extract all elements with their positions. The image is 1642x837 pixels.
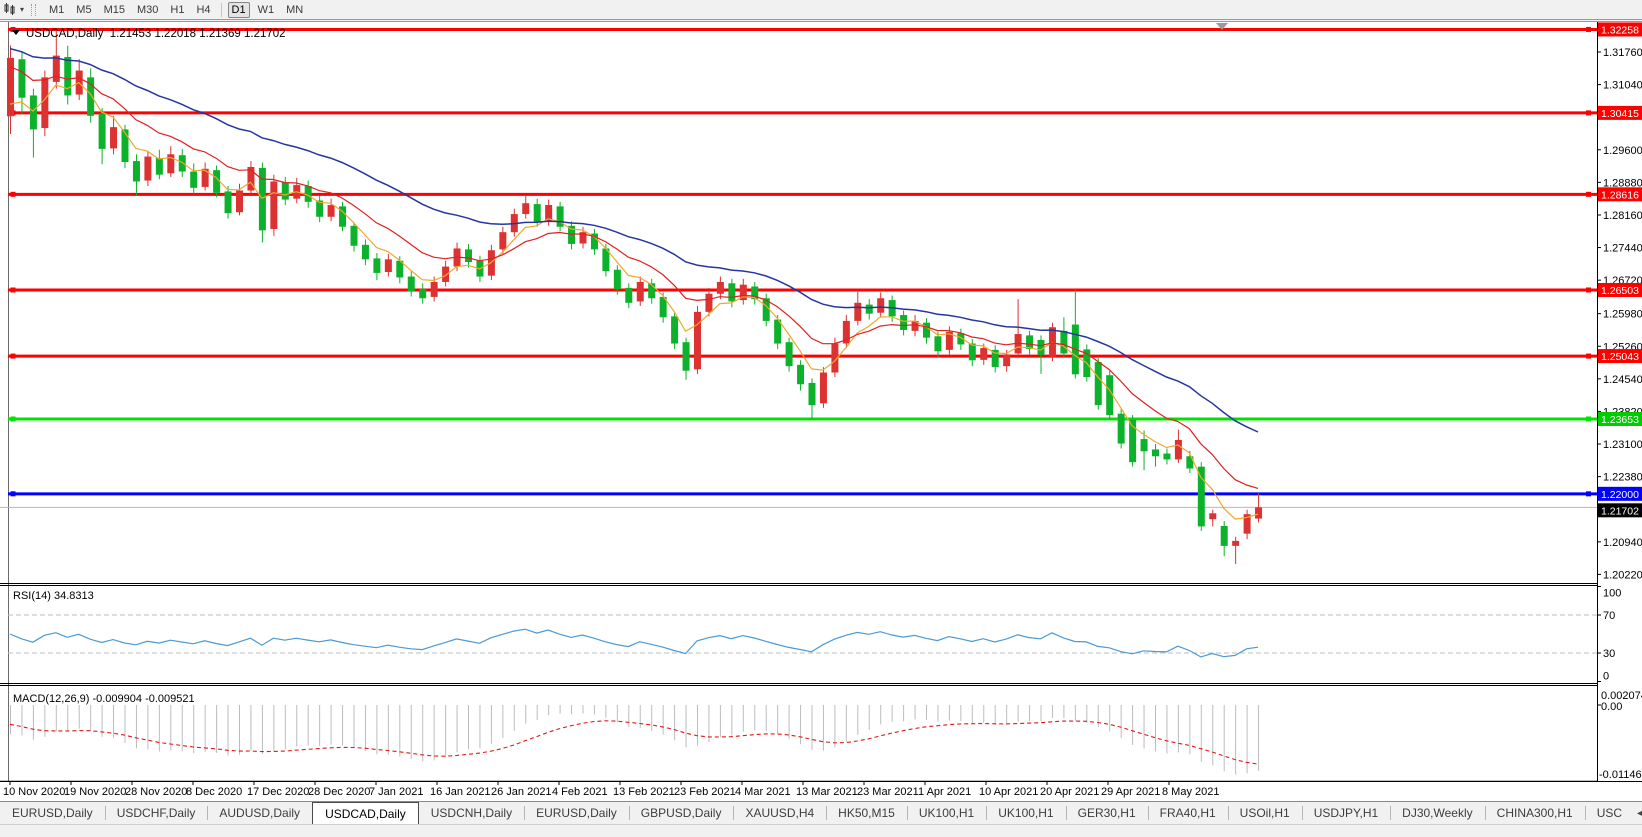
toolbar-separator: [220, 2, 222, 17]
status-bar: [0, 824, 1642, 837]
tab-ger30-h1[interactable]: GER30,H1: [1065, 802, 1148, 824]
svg-text:1.30415: 1.30415: [1601, 108, 1639, 120]
tab-scroll-left-icon[interactable]: ◂: [1634, 808, 1642, 819]
svg-text:29 Apr 2021: 29 Apr 2021: [1101, 786, 1160, 798]
svg-text:28 Dec 2020: 28 Dec 2020: [308, 786, 370, 798]
tab-hk50-m15[interactable]: HK50,M15: [826, 802, 907, 824]
svg-text:1.29600: 1.29600: [1603, 145, 1642, 157]
svg-text:1.24540: 1.24540: [1603, 374, 1642, 386]
tab-uk100-h1[interactable]: UK100,H1: [986, 802, 1065, 824]
tab-usdcnh-daily[interactable]: USDCNH,Daily: [419, 802, 524, 824]
svg-text:10 Nov 2020: 10 Nov 2020: [3, 786, 65, 798]
svg-text:1.31040: 1.31040: [1603, 80, 1642, 92]
tab-usdjpy-h1[interactable]: USDJPY,H1: [1301, 802, 1390, 824]
symbol-tab-bar: EURUSD,Daily USDCHF,Daily AUDUSD,Daily USDC…: [0, 801, 1642, 824]
svg-text:8 Dec 2020: 8 Dec 2020: [186, 786, 242, 798]
chart-canvas[interactable]: 1.317601.310401.296001.288801.281601.274…: [0, 21, 1642, 801]
svg-text:1.23100: 1.23100: [1603, 439, 1642, 451]
svg-text:1.31760: 1.31760: [1603, 47, 1642, 59]
svg-text:17 Dec 2020: 17 Dec 2020: [247, 786, 309, 798]
timeframe-button-h1[interactable]: H1: [166, 2, 188, 18]
svg-text:4 Mar 2021: 4 Mar 2021: [735, 786, 791, 798]
tab-usoil-h1[interactable]: USOil,H1: [1227, 802, 1302, 824]
svg-text:19 Nov 2020: 19 Nov 2020: [64, 786, 126, 798]
svg-text:-0.011462: -0.011462: [1599, 769, 1642, 781]
tab-uk100-h1[interactable]: UK100,H1: [906, 802, 986, 824]
svg-text:13 Feb 2021: 13 Feb 2021: [613, 786, 675, 798]
timeframe-button-d1[interactable]: D1: [227, 1, 250, 18]
svg-text:1.21702: 1.21702: [1601, 505, 1639, 517]
timeframe-button-h4[interactable]: H4: [192, 2, 214, 18]
tab-usdchf-daily[interactable]: USDCHF,Daily: [104, 802, 208, 824]
svg-text:USDCAD,Daily 1.21453 1.22018: USDCAD,Daily 1.21453 1.22018 1.21369 1.2…: [26, 28, 286, 40]
svg-text:1.22380: 1.22380: [1603, 472, 1642, 484]
svg-text:1 Apr 2021: 1 Apr 2021: [918, 786, 971, 798]
svg-text:1.22000: 1.22000: [1601, 489, 1639, 501]
tab-audusd-daily[interactable]: AUDUSD,Daily: [207, 802, 312, 824]
timeframe-button-m30[interactable]: M30: [133, 2, 162, 18]
svg-text:10 Apr 2021: 10 Apr 2021: [979, 786, 1038, 798]
svg-text:100: 100: [1603, 588, 1621, 600]
svg-text:23 Mar 2021: 23 Mar 2021: [857, 786, 919, 798]
timeframe-button-m1[interactable]: M1: [45, 2, 68, 18]
tab-usc[interactable]: USC: [1584, 802, 1634, 824]
svg-text:0: 0: [1603, 671, 1609, 683]
tab-gbpusd-daily[interactable]: GBPUSD,Daily: [628, 802, 734, 824]
timeframe-toolbar: ▾ M1 M5 M15 M30 H1 H4 D1 W1 MN: [0, 0, 1642, 20]
tab-china300-h1[interactable]: CHINA300,H1: [1484, 802, 1585, 824]
svg-text:1.28616: 1.28616: [1601, 189, 1639, 201]
svg-text:1.25980: 1.25980: [1603, 309, 1642, 321]
svg-text:RSI(14) 34.8313: RSI(14) 34.8313: [13, 590, 94, 602]
svg-text:1.20940: 1.20940: [1603, 537, 1642, 549]
tab-usdcad-daily[interactable]: USDCAD,Daily: [312, 802, 419, 824]
timeframe-button-mn[interactable]: MN: [282, 2, 307, 18]
svg-text:26 Jan 2021: 26 Jan 2021: [491, 786, 552, 798]
svg-text:7 Jan 2021: 7 Jan 2021: [369, 786, 423, 798]
svg-text:1.26503: 1.26503: [1601, 285, 1639, 297]
svg-text:23 Feb 2021: 23 Feb 2021: [674, 786, 736, 798]
svg-text:1.27440: 1.27440: [1603, 243, 1642, 255]
svg-text:28 Nov 2020: 28 Nov 2020: [125, 786, 187, 798]
svg-text:8 May 2021: 8 May 2021: [1162, 786, 1219, 798]
svg-text:70: 70: [1603, 610, 1615, 622]
svg-text:16 Jan 2021: 16 Jan 2021: [430, 786, 491, 798]
svg-text:20 Apr 2021: 20 Apr 2021: [1040, 786, 1099, 798]
svg-text:30: 30: [1603, 648, 1615, 660]
svg-text:13 Mar 2021: 13 Mar 2021: [796, 786, 858, 798]
svg-text:1.25043: 1.25043: [1601, 351, 1639, 363]
timeframe-button-m15[interactable]: M15: [100, 2, 129, 18]
svg-text:1.20220: 1.20220: [1603, 569, 1642, 581]
svg-text:1.28160: 1.28160: [1603, 210, 1642, 222]
svg-text:1.23653: 1.23653: [1601, 414, 1639, 426]
svg-text:MACD(12,26,9) -0.009904 -0.009: MACD(12,26,9) -0.009904 -0.009521: [13, 693, 195, 705]
tab-dj30-weekly[interactable]: DJ30,Weekly: [1390, 802, 1484, 824]
timeframe-button-w1[interactable]: W1: [254, 2, 279, 18]
svg-text:4 Feb 2021: 4 Feb 2021: [552, 786, 608, 798]
dropdown-arrow-icon[interactable]: ▾: [20, 5, 24, 14]
svg-text:0.00: 0.00: [1601, 701, 1622, 713]
svg-text:1.32258: 1.32258: [1601, 24, 1639, 36]
toolbar-grip: [31, 3, 37, 16]
timeframe-button-m5[interactable]: M5: [72, 2, 95, 18]
tab-fra40-h1[interactable]: FRA40,H1: [1147, 802, 1228, 824]
tab-xauusd-h4[interactable]: XAUUSD,H4: [733, 802, 826, 824]
tab-eurusd-daily[interactable]: EURUSD,Daily: [524, 802, 629, 824]
tab-eurusd-daily[interactable]: EURUSD,Daily: [0, 802, 105, 824]
chart-symbol-icon[interactable]: [3, 3, 18, 16]
